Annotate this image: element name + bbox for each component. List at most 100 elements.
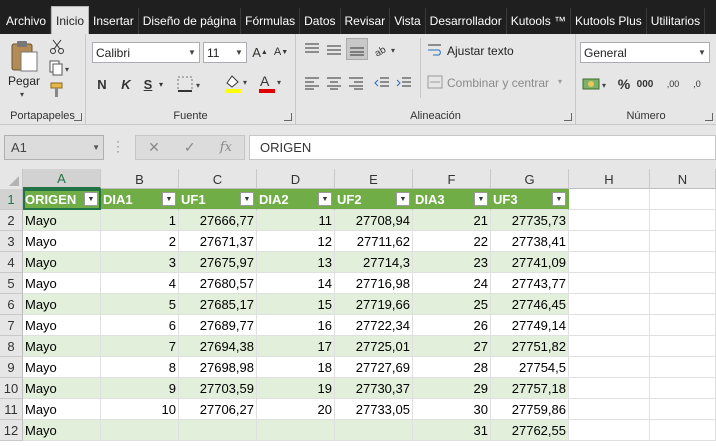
tab-utilitarios[interactable]: Utilitarios [647,8,706,34]
row-header-5[interactable]: 5 [0,273,23,294]
table-header-cell[interactable]: ORIGEN ▼ [23,189,101,210]
increase-indent-icon[interactable] [394,74,414,92]
table-cell[interactable]: 27675,97 [179,252,257,273]
table-header-cell[interactable]: UF3 ▼ [491,189,569,210]
empty-cell[interactable] [650,420,716,441]
table-cell[interactable]: 30 [413,399,491,420]
empty-cell[interactable] [650,294,716,315]
number-launcher-icon[interactable] [705,113,713,121]
empty-cell[interactable] [569,189,650,210]
column-header-a[interactable]: A [23,169,101,189]
table-cell[interactable]: 27749,14 [491,315,569,336]
decrease-decimal-button[interactable]: ,0 [686,72,708,96]
decrease-indent-icon[interactable] [372,74,392,92]
table-cell[interactable]: 16 [257,315,335,336]
table-cell[interactable]: 17 [257,336,335,357]
table-cell[interactable]: 27680,57 [179,273,257,294]
align-center-icon[interactable] [324,74,344,92]
tab-diseño-de-página[interactable]: Diseño de página [139,8,242,34]
column-header-f[interactable]: F [413,169,491,189]
table-cell[interactable]: Mayo [23,273,101,294]
table-cell[interactable]: 27698,98 [179,357,257,378]
empty-cell[interactable] [569,378,650,399]
empty-cell[interactable] [650,189,716,210]
table-cell[interactable]: 24 [413,273,491,294]
column-header-h[interactable]: H [569,169,650,189]
row-header-11[interactable]: 11 [0,399,23,420]
borders-icon[interactable]: ▾ [176,74,206,94]
formula-bar-grip-icon[interactable]: · · · [116,135,120,157]
table-cell[interactable]: 21 [413,210,491,231]
font-name-select[interactable]: Calibri ▼ [92,42,200,63]
table-cell[interactable] [257,420,335,441]
table-cell[interactable]: 1 [101,210,179,231]
bold-button[interactable]: N [94,74,110,94]
clipboard-launcher-icon[interactable] [74,113,82,121]
empty-cell[interactable] [569,420,650,441]
table-cell[interactable]: 27730,37 [335,378,413,399]
underline-button[interactable]: S [140,74,156,94]
table-cell[interactable]: Mayo [23,399,101,420]
tab-desarrollador[interactable]: Desarrollador [426,8,507,34]
empty-cell[interactable] [650,399,716,420]
tab-fórmulas[interactable]: Fórmulas [241,8,301,34]
table-cell[interactable]: 29 [413,378,491,399]
shrink-font-icon[interactable]: A ▼ [271,42,291,62]
table-cell[interactable]: 27738,41 [491,231,569,252]
row-header-9[interactable]: 9 [0,357,23,378]
accounting-format-icon[interactable]: ▾ [580,74,612,94]
table-cell[interactable]: 5 [101,294,179,315]
wrap-text-button[interactable]: Ajustar texto [447,44,514,58]
font-color-icon[interactable]: A ▾ [256,72,286,94]
merge-center-button[interactable]: Combinar y centrar [447,76,549,90]
table-cell[interactable]: 27746,45 [491,294,569,315]
table-header-cell[interactable]: DIA3 ▼ [413,189,491,210]
column-header-d[interactable]: D [257,169,335,189]
table-cell[interactable]: 14 [257,273,335,294]
table-cell[interactable] [179,420,257,441]
align-middle-icon[interactable] [324,40,344,58]
table-cell[interactable]: 27694,38 [179,336,257,357]
empty-cell[interactable] [650,315,716,336]
table-cell[interactable]: 6 [101,315,179,336]
filter-dropdown-icon[interactable]: ▼ [240,192,254,206]
name-box[interactable]: A1 ▼ [4,135,104,160]
table-cell[interactable]: 13 [257,252,335,273]
tab-kutools[interactable]: Kutools ™ [507,8,572,34]
table-cell[interactable]: 27 [413,336,491,357]
table-cell[interactable]: Mayo [23,315,101,336]
empty-cell[interactable] [569,399,650,420]
table-cell[interactable]: 19 [257,378,335,399]
table-cell[interactable]: 27743,77 [491,273,569,294]
row-header-1[interactable]: 1 [0,189,23,210]
empty-cell[interactable] [650,231,716,252]
table-cell[interactable]: 9 [101,378,179,399]
table-cell[interactable]: 27727,69 [335,357,413,378]
row-header-6[interactable]: 6 [0,294,23,315]
paste-icon[interactable] [6,38,42,74]
table-cell[interactable]: Mayo [23,420,101,441]
tab-vista[interactable]: Vista [390,8,426,34]
formula-input[interactable]: ORIGEN [249,135,716,160]
table-cell[interactable]: 27733,05 [335,399,413,420]
table-cell[interactable]: 26 [413,315,491,336]
table-cell[interactable]: 27666,77 [179,210,257,231]
column-header-n[interactable]: N [650,169,716,189]
empty-cell[interactable] [569,336,650,357]
italic-button[interactable]: K [118,74,134,94]
number-format-select[interactable]: General ▼ [580,42,710,63]
row-header-2[interactable]: 2 [0,210,23,231]
row-header-4[interactable]: 4 [0,252,23,273]
table-cell[interactable]: 27689,77 [179,315,257,336]
table-cell[interactable]: 25 [413,294,491,315]
table-cell[interactable]: 2 [101,231,179,252]
table-header-cell[interactable]: UF1 ▼ [179,189,257,210]
table-cell[interactable]: 4 [101,273,179,294]
table-cell[interactable]: Mayo [23,336,101,357]
table-cell[interactable]: Mayo [23,210,101,231]
table-cell[interactable]: 31 [413,420,491,441]
tab-datos[interactable]: Datos [300,8,341,34]
merge-center-icon[interactable] [426,74,444,90]
empty-cell[interactable] [569,252,650,273]
align-right-icon[interactable] [346,74,366,92]
